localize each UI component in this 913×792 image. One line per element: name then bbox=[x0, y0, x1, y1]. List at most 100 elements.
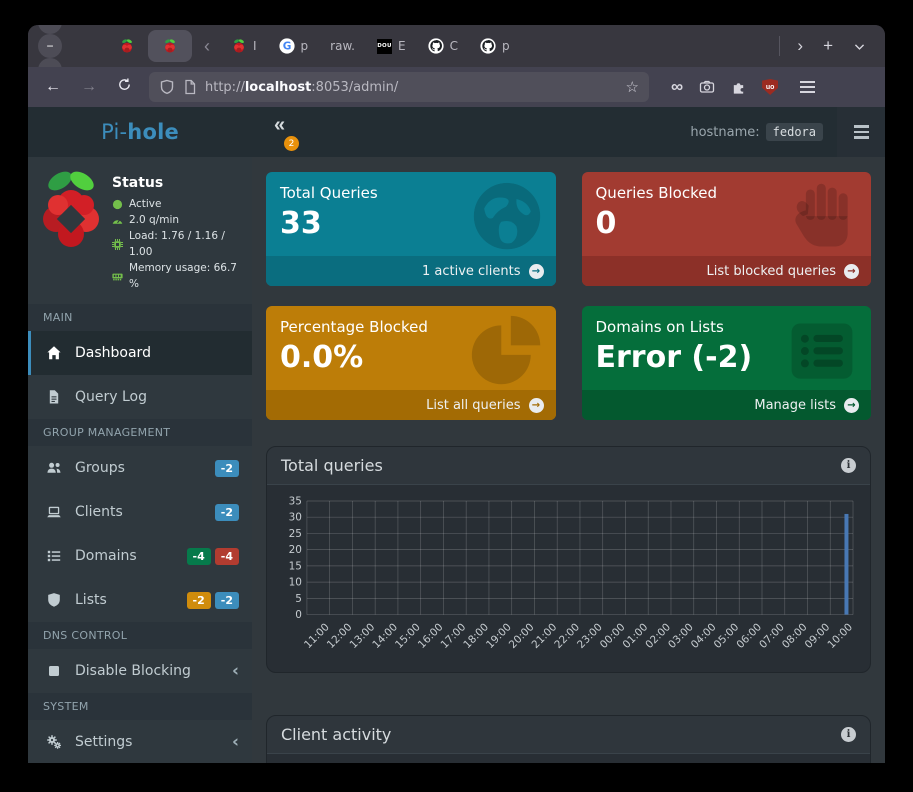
svg-text:15: 15 bbox=[289, 560, 302, 572]
sidebar-collapse-button[interactable]: « bbox=[274, 114, 285, 137]
tab[interactable]: I bbox=[222, 30, 266, 62]
tab[interactable]: C bbox=[419, 30, 467, 62]
browser-menu-hamburger-icon[interactable] bbox=[792, 77, 823, 97]
url-text[interactable]: http://localhost:8053/admin/ bbox=[205, 80, 619, 95]
sidebar-item-dashboard[interactable]: Dashboard bbox=[28, 331, 252, 375]
sidebar-item-disable-blocking[interactable]: Disable Blocking‹ bbox=[28, 649, 252, 693]
info-icon[interactable]: i bbox=[841, 727, 856, 742]
card-footer-link-domains-on-lists[interactable]: Manage lists→ bbox=[582, 390, 872, 420]
svg-text:05:00: 05:00 bbox=[712, 621, 742, 651]
svg-text:10: 10 bbox=[289, 577, 302, 589]
summary-cards: Total Queries331 active clients→Queries … bbox=[266, 172, 871, 420]
update-badge: 2 bbox=[284, 136, 299, 151]
sidebar-item-label: Dashboard bbox=[75, 345, 151, 361]
app-body: Status Active2.0 q/minLoad: 1.76 / 1.16 … bbox=[28, 157, 885, 763]
sidebar-item-label: Lists bbox=[75, 592, 107, 608]
scroll-tabs-left-button[interactable]: ‹ bbox=[196, 36, 218, 57]
svg-text:21:00: 21:00 bbox=[530, 621, 560, 651]
card-footer-link-percentage-blocked[interactable]: List all queries→ bbox=[266, 390, 556, 420]
badge: -2 bbox=[215, 460, 239, 477]
browser-window: ×−□ ‹IGpraw.DOUECp › + ← → http://localh… bbox=[28, 25, 885, 763]
nav-section-header: GROUP MANAGEMENT bbox=[28, 419, 252, 446]
chevron-down-icon bbox=[853, 40, 866, 53]
hostname-value: fedora bbox=[766, 123, 823, 141]
screenshot-camera-icon[interactable] bbox=[693, 76, 721, 98]
arrow-circle-icon: → bbox=[529, 398, 544, 413]
sidebar-item-settings[interactable]: Settings ‹ bbox=[28, 720, 252, 763]
svg-text:5: 5 bbox=[295, 593, 302, 605]
extension-area: ∞ uo bbox=[665, 74, 823, 100]
client-activity-chart-sliver: 4 bbox=[267, 754, 870, 763]
brand-box[interactable]: Pi-hole bbox=[28, 107, 252, 157]
badge: -2 bbox=[215, 592, 239, 609]
listalt-icon bbox=[783, 314, 861, 390]
sidebar-item-label: Settings bbox=[75, 734, 132, 750]
ublock-origin-icon[interactable]: uo bbox=[756, 76, 784, 98]
card-footer-link-queries-blocked[interactable]: List blocked queries→ bbox=[582, 256, 872, 286]
extension-infinity-icon[interactable]: ∞ bbox=[665, 74, 689, 100]
back-button[interactable]: ← bbox=[36, 74, 70, 100]
svg-text:15:00: 15:00 bbox=[393, 621, 423, 651]
arrow-circle-icon: → bbox=[844, 398, 859, 413]
svg-text:02:00: 02:00 bbox=[643, 621, 673, 651]
github-favicon-icon bbox=[480, 38, 496, 54]
bookmark-star-icon[interactable]: ☆ bbox=[626, 78, 639, 96]
svg-text:0: 0 bbox=[295, 609, 302, 621]
status-dot-icon bbox=[112, 199, 123, 210]
card-domains-on-lists: Domains on ListsError (-2)Manage lists→ bbox=[582, 306, 872, 420]
total-queries-panel: Total queries i 0510152025303511:0012:00… bbox=[266, 446, 871, 673]
svg-text:13:00: 13:00 bbox=[348, 621, 378, 651]
sidebar-item-groups[interactable]: Groups-2 bbox=[28, 446, 252, 490]
sidebar-item-clients[interactable]: Clients-2 bbox=[28, 490, 252, 534]
cpu-icon bbox=[112, 239, 123, 250]
window-close-button[interactable]: × bbox=[38, 25, 62, 34]
active-tab[interactable] bbox=[148, 30, 192, 62]
new-tab-button[interactable]: + bbox=[814, 34, 842, 58]
pinned-tab[interactable] bbox=[110, 30, 144, 62]
tab[interactable]: DOUE bbox=[368, 30, 415, 62]
tab[interactable]: p bbox=[471, 30, 519, 62]
pihole-favicon-icon bbox=[231, 38, 247, 54]
svg-text:16:00: 16:00 bbox=[416, 621, 446, 651]
sidebar-item-query-log[interactable]: Query Log bbox=[28, 375, 252, 419]
sidebar-item-lists[interactable]: Lists-2-2 bbox=[28, 578, 252, 622]
tab[interactable]: raw. bbox=[321, 30, 364, 62]
extensions-puzzle-icon[interactable] bbox=[725, 77, 752, 98]
svg-text:G: G bbox=[282, 41, 291, 53]
reload-button[interactable] bbox=[108, 73, 141, 101]
window-minimize-button[interactable]: − bbox=[38, 34, 62, 58]
pihole-page: Pi-hole « 2 hostname: fedora bbox=[28, 107, 885, 763]
url-bar[interactable]: http://localhost:8053/admin/ ☆ bbox=[149, 72, 649, 102]
tracking-protection-shield-icon[interactable] bbox=[159, 79, 175, 95]
list-all-tabs-button[interactable] bbox=[844, 38, 875, 55]
svg-text:10:00: 10:00 bbox=[825, 621, 855, 651]
svg-text:20:00: 20:00 bbox=[507, 621, 537, 651]
pihole-header: Pi-hole « 2 hostname: fedora bbox=[28, 107, 885, 157]
card-queries-blocked: Queries Blocked0List blocked queries→ bbox=[582, 172, 872, 286]
svg-text:12:00: 12:00 bbox=[325, 621, 355, 651]
panel-header: Client activity i bbox=[267, 716, 870, 754]
tab[interactable]: Gp bbox=[270, 30, 318, 62]
card-footer-link-total-queries[interactable]: 1 active clients→ bbox=[266, 256, 556, 286]
total-queries-chart: 0510152025303511:0012:0013:0014:0015:001… bbox=[267, 485, 870, 672]
info-icon[interactable]: i bbox=[841, 458, 856, 473]
nav-section-header: DNS CONTROL bbox=[28, 622, 252, 649]
right-sidebar-toggle-hamburger-icon[interactable] bbox=[837, 107, 885, 157]
users-icon bbox=[46, 460, 64, 476]
reload-icon bbox=[117, 77, 132, 92]
browser-toolbar: ← → http://localhost:8053/admin/ ☆ ∞ bbox=[28, 67, 885, 107]
laptop-icon bbox=[46, 504, 64, 520]
arrow-circle-icon: → bbox=[844, 264, 859, 279]
card-percentage-blocked: Percentage Blocked0.0%List all queries→ bbox=[266, 306, 556, 420]
memory-icon bbox=[112, 271, 123, 282]
sidebar-item-domains[interactable]: Domains-4-4 bbox=[28, 534, 252, 578]
sidebar-nav: MAINDashboardQuery LogGROUP MANAGEMENTGr… bbox=[28, 304, 252, 763]
scroll-tabs-right-button[interactable]: › bbox=[788, 34, 812, 58]
chevron-left-icon: ‹ bbox=[232, 734, 239, 751]
forward-button[interactable]: → bbox=[72, 74, 106, 100]
globe-icon bbox=[468, 180, 546, 256]
page-info-icon[interactable] bbox=[182, 79, 198, 95]
panel-title: Total queries bbox=[281, 456, 383, 475]
screenshot-stage: ×−□ ‹IGpraw.DOUECp › + ← → http://localh… bbox=[0, 0, 913, 792]
svg-text:18:00: 18:00 bbox=[461, 621, 491, 651]
